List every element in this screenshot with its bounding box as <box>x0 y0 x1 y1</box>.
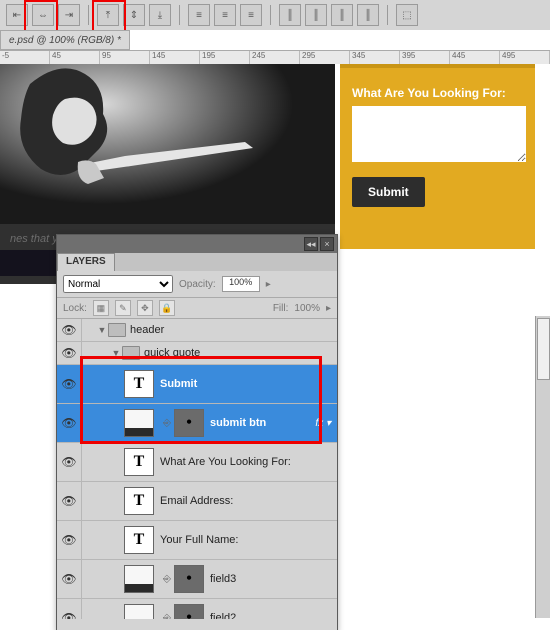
text-layer-thumb-icon: T <box>124 526 154 554</box>
layer-email[interactable]: 👁 T Email Address: <box>57 482 337 521</box>
fill-flyout-icon[interactable]: ▸ <box>326 303 331 314</box>
document-tab[interactable]: e.psd @ 100% (RGB/8) * <box>0 30 130 50</box>
hero-image <box>0 64 335 224</box>
lock-position-icon[interactable]: ✥ <box>137 300 153 316</box>
layer-group-quick-quote[interactable]: 👁 ▼ quick quote <box>57 342 337 365</box>
fill-value[interactable]: 100% <box>294 303 320 314</box>
opacity-value[interactable]: 100% <box>222 276 260 292</box>
layer-submit-btn[interactable]: 👁 ⎆ • submit btn fx ▾ <box>57 404 337 443</box>
layer-wlyf[interactable]: 👁 T What Are You Looking For: <box>57 443 337 482</box>
blend-mode-select[interactable]: Normal <box>63 275 173 293</box>
blend-row: Normal Opacity: 100% ▸ <box>57 271 337 298</box>
text-layer-thumb-icon: T <box>124 370 154 398</box>
collapse-icon[interactable]: ◂◂ <box>304 237 318 251</box>
layer-name[interactable]: Email Address: <box>160 495 233 507</box>
folder-icon <box>108 323 126 337</box>
distribute-top-icon[interactable]: ≡ <box>188 4 210 26</box>
align-right-edges-icon[interactable]: ⇥ <box>58 4 80 26</box>
text-layer-thumb-icon: T <box>124 487 154 515</box>
align-hcenter-icon[interactable]: ⇔ <box>32 4 54 26</box>
layer-submit-text[interactable]: 👁 T Submit <box>57 365 337 404</box>
layer-name[interactable]: What Are You Looking For: <box>160 456 291 468</box>
layer-field3[interactable]: 👁 ⎆ • field3 <box>57 560 337 599</box>
lock-all-icon[interactable]: 🔒 <box>159 300 175 316</box>
lock-label: Lock: <box>63 303 87 314</box>
separator <box>88 5 89 25</box>
distribute-hcenter-icon[interactable]: ║ <box>305 4 327 26</box>
visibility-toggle-icon[interactable]: 👁 <box>57 365 82 403</box>
link-icon: ⎆ <box>163 613 171 620</box>
distribute-left-icon[interactable]: ║ <box>279 4 301 26</box>
visibility-toggle-icon[interactable]: 👁 <box>57 560 82 598</box>
shape-layer-thumb-icon <box>124 565 154 593</box>
layer-fullname[interactable]: 👁 T Your Full Name: <box>57 521 337 560</box>
folder-icon <box>122 346 140 360</box>
form-prompt-label: What Are You Looking For: <box>352 86 523 100</box>
lock-row: Lock: ▦ ✎ ✥ 🔒 Fill: 100% ▸ <box>57 298 337 319</box>
quick-quote-form: What Are You Looking For: Submit <box>340 64 535 249</box>
opacity-label: Opacity: <box>179 279 216 290</box>
tab-layers[interactable]: LAYERS <box>57 253 115 271</box>
align-bottom-edges-icon[interactable]: ⤓ <box>149 4 171 26</box>
distribute-right-icon[interactable]: ║ <box>331 4 353 26</box>
layer-name[interactable]: Submit <box>160 378 197 390</box>
vector-mask-thumb-icon: • <box>174 565 204 593</box>
auto-align-icon[interactable]: ⬚ <box>396 4 418 26</box>
distribute-vcenter-icon[interactable]: ≡ <box>214 4 236 26</box>
visibility-toggle-icon[interactable]: 👁 <box>57 443 82 481</box>
layer-list: 👁 ▼ header 👁 ▼ quick quote 👁 T Submit 👁 … <box>57 319 337 619</box>
scrollbar-thumb[interactable] <box>537 318 550 380</box>
layer-group-header[interactable]: 👁 ▼ header <box>57 319 337 342</box>
visibility-toggle-icon[interactable]: 👁 <box>57 599 82 619</box>
layer-name[interactable]: field3 <box>210 573 236 585</box>
panel-header: ◂◂ × <box>57 235 337 253</box>
link-icon: ⎆ <box>163 574 171 585</box>
visibility-toggle-icon[interactable]: 👁 <box>57 404 82 442</box>
shape-layer-thumb-icon <box>124 604 154 619</box>
submit-button[interactable]: Submit <box>352 177 425 207</box>
align-left-edges-icon[interactable]: ⇤ <box>6 4 28 26</box>
link-icon: ⎆ <box>163 418 171 429</box>
shape-layer-thumb-icon <box>124 409 154 437</box>
align-vcenter-icon[interactable]: ⇕ <box>123 4 145 26</box>
visibility-toggle-icon[interactable]: 👁 <box>57 342 82 364</box>
looking-for-input[interactable] <box>352 106 526 162</box>
layer-name[interactable]: submit btn <box>210 417 266 429</box>
separator <box>270 5 271 25</box>
opacity-flyout-icon[interactable]: ▸ <box>266 279 271 290</box>
lock-transparency-icon[interactable]: ▦ <box>93 300 109 316</box>
layer-name[interactable]: field2 <box>210 612 236 619</box>
layer-name[interactable]: Your Full Name: <box>160 534 238 546</box>
visibility-toggle-icon[interactable]: 👁 <box>57 521 82 559</box>
distribute-spacing-icon[interactable]: ║ <box>357 4 379 26</box>
panel-tabs: LAYERS <box>57 253 337 271</box>
text-layer-thumb-icon: T <box>124 448 154 476</box>
layer-name[interactable]: quick quote <box>144 347 200 359</box>
vector-mask-thumb-icon: • <box>174 409 204 437</box>
lock-paint-icon[interactable]: ✎ <box>115 300 131 316</box>
fx-badge[interactable]: fx ▾ <box>315 418 331 429</box>
layer-field2[interactable]: 👁 ⎆ • field2 <box>57 599 337 619</box>
visibility-toggle-icon[interactable]: 👁 <box>57 482 82 520</box>
distribute-bottom-icon[interactable]: ≡ <box>240 4 262 26</box>
align-top-edges-icon[interactable]: ⤒ <box>97 4 119 26</box>
separator <box>387 5 388 25</box>
close-icon[interactable]: × <box>320 237 334 251</box>
visibility-toggle-icon[interactable]: 👁 <box>57 319 82 341</box>
layers-scrollbar[interactable] <box>535 316 550 618</box>
separator <box>179 5 180 25</box>
layer-name[interactable]: header <box>130 324 164 336</box>
options-bar: ⇤ ⇔ ⇥ ⤒ ⇕ ⤓ ≡ ≡ ≡ ║ ║ ║ ║ ⬚ <box>0 0 550 30</box>
vector-mask-thumb-icon: • <box>174 604 204 619</box>
layers-panel: ◂◂ × LAYERS Normal Opacity: 100% ▸ Lock:… <box>56 234 338 630</box>
fill-label: Fill: <box>273 303 289 314</box>
